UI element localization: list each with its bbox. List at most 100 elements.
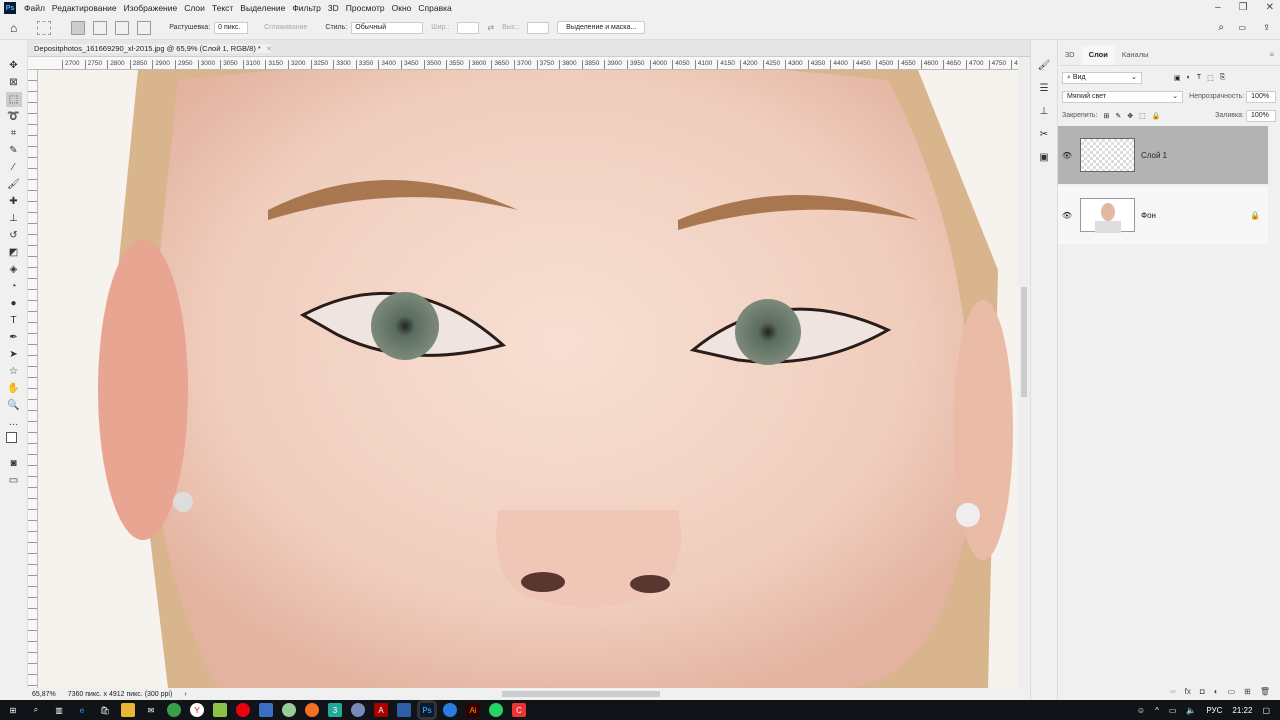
quick-select-tool-icon[interactable]: ✎ xyxy=(6,143,22,158)
network-icon[interactable]: ▭ xyxy=(1169,706,1177,715)
filter-pixel-icon[interactable]: ▣ xyxy=(1174,74,1181,82)
path-select-tool-icon[interactable]: ➤ xyxy=(6,347,22,362)
lock-transparent-icon[interactable]: ⊞ xyxy=(1103,112,1109,120)
filter-shape-icon[interactable]: ⬚ xyxy=(1207,74,1214,82)
lock-paint-icon[interactable]: ✎ xyxy=(1115,112,1121,120)
status-arrow-icon[interactable]: › xyxy=(184,691,186,698)
book-icon[interactable]: ▣ xyxy=(1036,150,1052,165)
new-group-icon[interactable]: ▭ xyxy=(1228,687,1236,696)
image-canvas[interactable] xyxy=(38,70,1018,688)
height-input[interactable] xyxy=(527,21,550,34)
clone-source-icon[interactable]: ⊥ xyxy=(1036,104,1052,119)
layer-row[interactable]: 👁 Фон 🔒 xyxy=(1058,186,1268,244)
move-tool-icon[interactable]: ✥ xyxy=(6,58,22,73)
minimize-icon[interactable]: – xyxy=(1215,2,1221,13)
delete-layer-icon[interactable]: 🗑 xyxy=(1260,687,1270,696)
lock-artboard-icon[interactable]: ⬚ xyxy=(1139,112,1146,120)
vertical-scrollbar[interactable] xyxy=(1018,57,1030,688)
acrobat-icon[interactable]: A xyxy=(374,703,388,717)
color-swatches-icon[interactable] xyxy=(5,432,22,454)
layer-row[interactable]: 👁 Слой 1 xyxy=(1058,126,1268,184)
marquee-tool-icon[interactable]: ⬚ xyxy=(5,92,22,107)
link-layers-icon[interactable]: ∞ xyxy=(1170,687,1176,696)
lock-all-icon[interactable]: 🔒 xyxy=(1152,112,1161,120)
intersect-selection-icon[interactable] xyxy=(137,20,152,35)
new-selection-icon[interactable] xyxy=(71,20,86,35)
menu-layers[interactable]: Слои xyxy=(184,3,205,13)
yandex-icon[interactable]: Y xyxy=(190,703,204,717)
menu-image[interactable]: Изображение xyxy=(124,3,178,13)
vertical-scroll-thumb[interactable] xyxy=(1021,287,1027,397)
menu-window[interactable]: Окно xyxy=(392,3,412,13)
adjustments-icon[interactable]: ☰ xyxy=(1036,81,1052,96)
task-view-icon[interactable]: ▥ xyxy=(52,703,66,717)
antialias-checkbox[interactable]: Сглаживание xyxy=(264,24,307,31)
people-icon[interactable]: ☺ xyxy=(1137,706,1145,715)
history-brush-icon[interactable]: ↺ xyxy=(6,228,22,243)
tab-channels[interactable]: Каналы xyxy=(1115,46,1156,65)
stamp-tool-icon[interactable]: ⊥ xyxy=(6,211,22,226)
firefox-icon[interactable] xyxy=(305,703,319,717)
notepad-icon[interactable] xyxy=(213,703,227,717)
lock-position-icon[interactable]: ✥ xyxy=(1127,112,1133,120)
artboard-tool-icon[interactable]: ⊠ xyxy=(6,75,22,90)
filter-type-icon[interactable]: T xyxy=(1197,74,1201,81)
layer-style-icon[interactable]: fx xyxy=(1185,687,1191,696)
menu-edit[interactable]: Редактирование xyxy=(52,3,117,13)
close-icon[interactable]: ✕ xyxy=(1266,2,1274,13)
explorer-icon[interactable] xyxy=(121,703,135,717)
layer-filter-select[interactable]: ⌕ Вид ⌄ xyxy=(1062,71,1142,84)
filter-smart-object-icon[interactable]: ⎘ xyxy=(1220,74,1226,82)
blend-mode-select[interactable]: Мягкий свет ⌄ xyxy=(1062,90,1184,103)
save-app-icon[interactable] xyxy=(259,703,273,717)
home-icon[interactable]: ⌂ xyxy=(10,21,17,35)
clock[interactable]: 21:22 xyxy=(1232,706,1252,715)
close-tab-icon[interactable]: × xyxy=(267,44,271,53)
more-tools-icon[interactable]: … xyxy=(6,415,22,430)
dodge-tool-icon[interactable]: ● xyxy=(6,296,22,311)
crop-tool-icon[interactable]: ⌗ xyxy=(6,126,22,141)
marquee-preset-icon[interactable] xyxy=(37,20,52,35)
app-globe-icon[interactable] xyxy=(351,703,365,717)
fill-input[interactable]: 100% xyxy=(1246,109,1276,122)
layer-name[interactable]: Слой 1 xyxy=(1141,151,1167,160)
restore-icon[interactable]: ❐ xyxy=(1239,2,1248,13)
healing-tool-icon[interactable]: ✚ xyxy=(6,194,22,209)
menu-3d[interactable]: 3D xyxy=(328,3,339,13)
photoshop-taskbar-icon[interactable]: Ps xyxy=(417,700,437,720)
pen-tool-icon[interactable]: ✒ xyxy=(6,330,22,345)
whatsapp-icon[interactable] xyxy=(489,703,503,717)
app-3-icon[interactable]: 3 xyxy=(328,703,342,717)
horizontal-scroll-thumb[interactable] xyxy=(502,691,660,697)
hand-tool-icon[interactable]: ✋ xyxy=(6,381,22,396)
menu-file[interactable]: Файл xyxy=(24,3,45,13)
share-icon[interactable]: ⇪ xyxy=(1263,23,1270,32)
gradient-tool-icon[interactable]: ◈ xyxy=(6,262,22,277)
app-red-icon[interactable]: C xyxy=(512,703,526,717)
add-mask-icon[interactable]: ◘ xyxy=(1200,687,1205,696)
store-icon[interactable]: 🛍 xyxy=(98,703,112,717)
visibility-eye-icon[interactable]: 👁 xyxy=(1058,151,1076,160)
mail-icon[interactable]: ✉ xyxy=(144,703,158,717)
brush-settings-icon[interactable]: 🖌 xyxy=(1036,58,1052,73)
workspace-icon[interactable]: ▭ xyxy=(1238,23,1246,32)
subtract-selection-icon[interactable] xyxy=(115,20,130,35)
zoom-level[interactable]: 65,87% xyxy=(32,691,56,698)
menu-help[interactable]: Справка xyxy=(418,3,451,13)
lasso-tool-icon[interactable]: ➰ xyxy=(6,109,22,124)
visibility-eye-icon[interactable]: 👁 xyxy=(1058,211,1076,220)
opera-icon[interactable] xyxy=(236,703,250,717)
menu-view[interactable]: Просмотр xyxy=(346,3,385,13)
layer-lock-icon[interactable]: 🔒 xyxy=(1250,211,1260,220)
type-tool-icon[interactable]: T xyxy=(6,313,22,328)
illustrator-icon[interactable]: Ai xyxy=(466,703,480,717)
opacity-input[interactable]: 100% xyxy=(1246,90,1276,103)
search-icon[interactable]: ⌕ xyxy=(1218,22,1224,33)
shape-tool-icon[interactable]: ☆ xyxy=(6,364,22,379)
add-selection-icon[interactable] xyxy=(93,20,108,35)
volume-icon[interactable]: 🔈 xyxy=(1186,706,1196,715)
feather-input[interactable]: 0 пикс. xyxy=(214,21,249,34)
firefox-dev-icon[interactable] xyxy=(443,703,457,717)
swap-icon[interactable]: ⇄ xyxy=(487,23,494,32)
app-green-icon[interactable] xyxy=(282,703,296,717)
